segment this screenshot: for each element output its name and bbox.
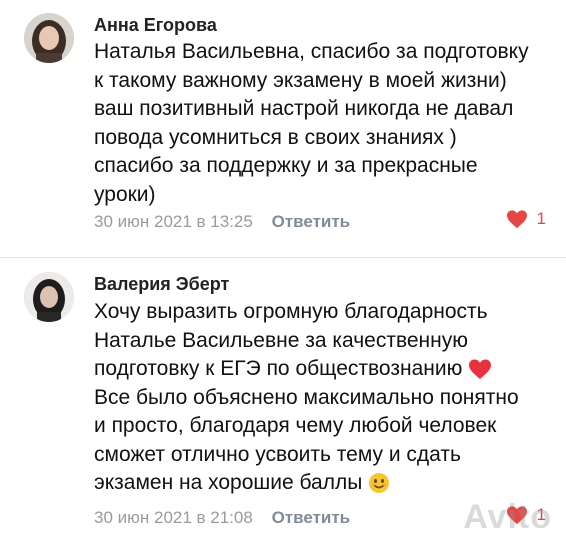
comment-date: 30 июн 2021 в 21:08 [94, 508, 253, 527]
avatar[interactable] [24, 272, 74, 322]
comment-author[interactable]: Анна Егорова [94, 15, 217, 36]
comment-line: Хочу выразить огромную благодарность [94, 300, 488, 323]
like-count: 1 [536, 209, 546, 228]
avito-watermark: Avito [463, 498, 552, 536]
comment-line: спасибо за поддержку и за прекрасные [94, 154, 478, 177]
like-button[interactable]: 1 [506, 209, 546, 229]
user-avatar-icon [24, 13, 74, 63]
comment-text: Наталья Васильевна, спасибо за подготовк… [94, 38, 554, 209]
comment-item: Анна Егорова Наталья Васильевна, спасибо… [0, 0, 566, 258]
smiling-face-emoji-icon [369, 473, 390, 494]
comment-line: сможет отлично усвоить тему и сдать [94, 442, 461, 466]
comment-line: уроки) [94, 182, 156, 206]
comment-date: 30 июн 2021 в 13:25 [94, 212, 253, 231]
comment-line-text: экзамен на хорошие баллы [94, 471, 363, 494]
comment-line: и просто, благодаря чему любой человек [94, 414, 497, 437]
comment-meta: 30 июн 2021 в 13:25 Ответить [94, 212, 350, 232]
red-heart-emoji-icon [469, 359, 492, 380]
heart-icon [506, 210, 527, 229]
comment-author[interactable]: Валерия Эберт [94, 274, 229, 295]
comment-meta: 30 июн 2021 в 21:08 Ответить [94, 508, 350, 528]
comment-line: Наталье Васильевне за качественную [94, 328, 469, 352]
reply-button[interactable]: Ответить [272, 508, 351, 527]
user-avatar-icon [24, 272, 74, 322]
comment-line: Все было объяснено максимально понятно [94, 385, 519, 409]
comment-text: Хочу выразить огромную благодарность Нат… [94, 298, 554, 498]
reply-button[interactable]: Ответить [272, 212, 351, 231]
comment-line: ваш позитивный настрой никогда не давал [94, 97, 514, 120]
avatar[interactable] [24, 13, 74, 63]
comment-line: к такому важному экзамену в моей жизни) [94, 68, 507, 92]
comment-line: Наталья Васильевна, спасибо за подготовк… [94, 40, 529, 63]
comment-line-text: подготовку к ЕГЭ по обществознанию [94, 357, 463, 380]
comment-line: повода усомниться в своих знаниях ) [94, 125, 457, 149]
comment-line: экзамен на хорошие баллы [94, 469, 554, 498]
comment-line: подготовку к ЕГЭ по обществознанию [94, 355, 554, 384]
